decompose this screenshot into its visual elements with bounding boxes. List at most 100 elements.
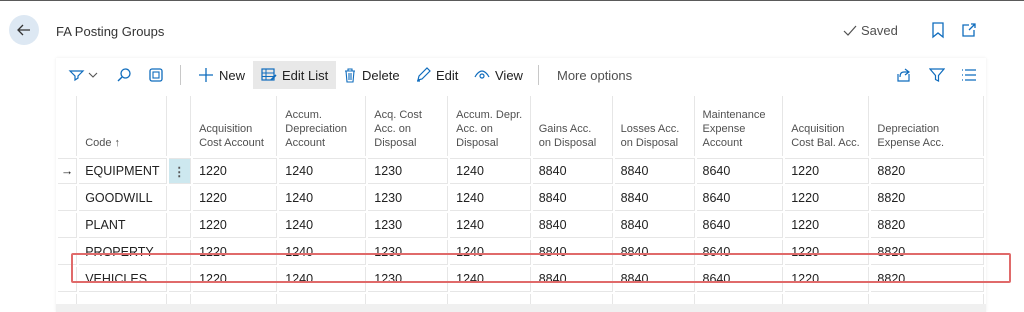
more-options-button[interactable]: More options	[553, 61, 636, 89]
share-button[interactable]	[892, 61, 916, 89]
filter-button[interactable]	[925, 61, 949, 89]
table-cell[interactable]: 8640	[696, 186, 784, 211]
table-cell[interactable]: 1220	[193, 158, 278, 184]
table-row[interactable]: GOODWILL 1220 1240 1230 1240 8840 8840 8…	[58, 186, 984, 211]
code-cell[interactable]: PLANT	[79, 213, 167, 238]
table-cell[interactable]: 1240	[279, 267, 367, 292]
row-menu-cell[interactable]	[168, 267, 192, 292]
table-cell[interactable]: 1240	[450, 240, 531, 265]
column-header-depreciation-expense-acc[interactable]: Depreciation Expense Acc.	[871, 96, 984, 156]
horizontal-scrollbar[interactable]	[56, 304, 986, 312]
table-cell[interactable]: 1230	[368, 213, 449, 238]
table-cell[interactable]: 8640	[696, 213, 784, 238]
bookmark-icon[interactable]	[929, 21, 947, 39]
edit-list-icon	[261, 68, 277, 81]
data-grid: Code ↑ Acquisition Cost Account Accum. D…	[56, 94, 986, 312]
table-analyze-icon	[149, 68, 163, 82]
table-cell[interactable]: 1240	[279, 240, 367, 265]
table-cell[interactable]: 8640	[696, 267, 784, 292]
table-row[interactable]: → EQUIPMENT ⋮ 1220 1240 1230 1240 8840 8…	[58, 158, 984, 184]
table-cell[interactable]: 8840	[614, 267, 695, 292]
table-cell[interactable]: 1230	[368, 158, 449, 184]
table-cell[interactable]: 8820	[871, 158, 984, 184]
filter-icon	[929, 68, 945, 82]
table-cell[interactable]: 1230	[368, 267, 449, 292]
table-cell[interactable]: 1220	[785, 158, 870, 184]
row-menu-cell[interactable]	[168, 240, 192, 265]
table-cell[interactable]: 8820	[871, 240, 984, 265]
table-cell[interactable]: 8840	[532, 240, 613, 265]
view-button[interactable]: View	[470, 61, 527, 89]
table-cell[interactable]: 8840	[532, 158, 613, 184]
analysis-mode-button[interactable]	[144, 61, 168, 89]
table-row[interactable]: PLANT 1220 1240 1230 1240 8840 8840 8640…	[58, 213, 984, 238]
column-header-acq-cost-acc-on-disposal[interactable]: Acq. Cost Acc. on Disposal	[368, 96, 449, 156]
table-cell[interactable]: 8840	[614, 186, 695, 211]
column-header-losses-acc-on-disposal[interactable]: Losses Acc. on Disposal	[615, 96, 695, 156]
table-row[interactable]: PROPERTY 1220 1240 1230 1240 8840 8840 8…	[58, 240, 984, 265]
row-menu-cell[interactable]	[168, 186, 192, 211]
table-cell[interactable]: 8840	[532, 267, 613, 292]
table-cell[interactable]: 1240	[279, 186, 367, 211]
table-cell[interactable]: 8820	[871, 186, 984, 211]
table-cell[interactable]: 1240	[450, 267, 531, 292]
column-header-acquisition-cost-account[interactable]: Acquisition Cost Account	[193, 96, 278, 156]
column-header-acquisition-cost-bal-acc[interactable]: Acquisition Cost Bal. Acc.	[785, 96, 870, 156]
table-cell[interactable]: 1220	[193, 186, 278, 211]
table-cell[interactable]: 1220	[785, 186, 870, 211]
current-row-arrow: →	[58, 158, 78, 184]
row-marker-cell	[58, 213, 78, 238]
table-cell[interactable]: 8840	[532, 213, 613, 238]
delete-button[interactable]: Delete	[339, 61, 404, 89]
column-header-maintenance-expense-account[interactable]: Maintenance Expense Account	[697, 96, 784, 156]
table-cell[interactable]: 1240	[450, 213, 531, 238]
table-cell[interactable]: 8840	[614, 240, 695, 265]
table-cell[interactable]: 1230	[368, 240, 449, 265]
list-icon	[962, 69, 976, 81]
table-cell[interactable]: 8640	[696, 158, 784, 184]
table-cell[interactable]: 1220	[193, 240, 278, 265]
table-cell[interactable]: 1220	[785, 240, 870, 265]
column-header-accum-depreciation-account[interactable]: Accum. Depreciation Account	[279, 96, 367, 156]
column-header-code[interactable]: Code ↑	[79, 96, 167, 156]
table-cell[interactable]: 8840	[614, 158, 695, 184]
table-cell[interactable]: 1240	[279, 158, 367, 184]
table-cell[interactable]: 1240	[450, 186, 531, 211]
table-cell[interactable]: 1220	[193, 213, 278, 238]
new-button[interactable]: New	[194, 61, 249, 89]
table-cell[interactable]: 8820	[871, 213, 984, 238]
row-marker-cell	[58, 186, 78, 211]
back-button[interactable]	[9, 15, 39, 45]
filter-toggle-icon	[68, 70, 98, 82]
row-menu-cell[interactable]: ⋮	[168, 158, 192, 184]
table-cell[interactable]: 8820	[871, 267, 984, 292]
table-cell[interactable]: 1220	[193, 267, 278, 292]
more-options-label: More options	[557, 67, 633, 83]
code-cell[interactable]: EQUIPMENT	[79, 158, 167, 184]
edit-button[interactable]: Edit	[411, 61, 462, 89]
table-cell[interactable]: 8840	[614, 213, 695, 238]
table-cell[interactable]: 1240	[279, 213, 367, 238]
table-cell[interactable]: 1240	[450, 158, 531, 184]
search-button[interactable]	[112, 61, 136, 89]
list-view-button[interactable]	[957, 61, 981, 89]
table-cell[interactable]: 1230	[368, 186, 449, 211]
code-cell[interactable]: PROPERTY	[79, 240, 167, 265]
plus-icon	[199, 68, 213, 82]
new-label: New	[219, 67, 246, 83]
filter-pane-button[interactable]	[64, 61, 102, 89]
table-cell[interactable]: 1220	[785, 213, 870, 238]
edit-list-button[interactable]: Edit List	[253, 61, 337, 89]
column-header-gains-acc-on-disposal[interactable]: Gains Acc. on Disposal	[533, 96, 613, 156]
list-card: New Edit List Delete Edit View More opti…	[56, 58, 986, 312]
table-cell[interactable]: 8640	[696, 240, 784, 265]
row-actions-icon[interactable]: ⋮	[168, 159, 191, 183]
row-menu-cell[interactable]	[168, 213, 192, 238]
table-cell[interactable]: 1220	[785, 267, 870, 292]
column-header-accum-depr-acc-on-disposal[interactable]: Accum. Depr. Acc. on Disposal	[450, 96, 531, 156]
code-cell[interactable]: GOODWILL	[79, 186, 167, 211]
table-row[interactable]: VEHICLES 1220 1240 1230 1240 8840 8840 8…	[58, 267, 984, 292]
code-cell[interactable]: VEHICLES	[79, 267, 167, 292]
open-new-window-icon[interactable]	[960, 21, 978, 39]
table-cell[interactable]: 8840	[532, 186, 613, 211]
